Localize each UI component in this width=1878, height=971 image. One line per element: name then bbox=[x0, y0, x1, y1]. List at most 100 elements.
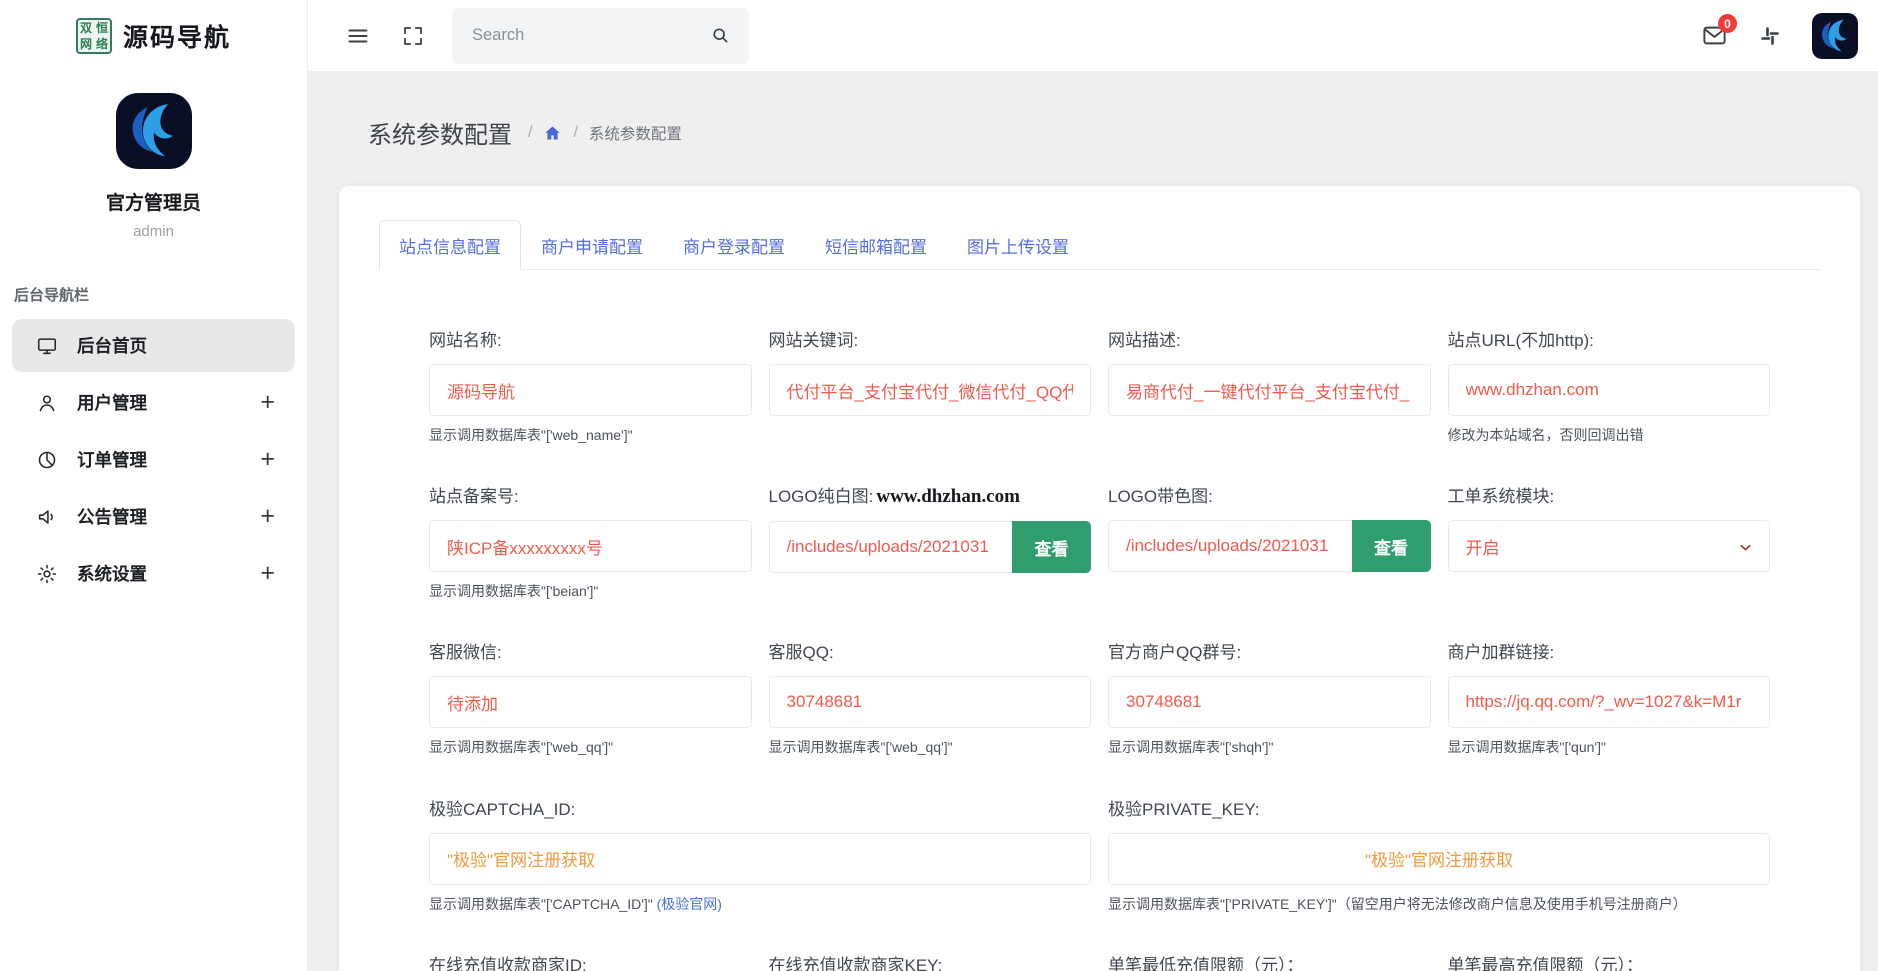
field-label: LOGO带色图: bbox=[1108, 482, 1431, 507]
field-recharge-key: 在线充值收款商家KEY: bbox=[769, 951, 1092, 971]
field-label: 单笔最高充值限额（元）： bbox=[1448, 951, 1771, 971]
sidebar-item-dashboard[interactable]: 后台首页 bbox=[12, 319, 295, 372]
web-name-input[interactable] bbox=[429, 364, 752, 416]
sidebar-item-orders[interactable]: 订单管理 + bbox=[12, 433, 295, 486]
sidebar-section-label: 后台导航栏 bbox=[14, 284, 307, 305]
field-label: LOGO纯白图: bbox=[769, 482, 874, 507]
search-icon[interactable] bbox=[710, 25, 731, 46]
description-input[interactable] bbox=[1108, 364, 1431, 416]
sidebar-item-settings[interactable]: 系统设置 + bbox=[12, 547, 295, 600]
search-input[interactable] bbox=[452, 8, 749, 64]
topbar: 0 bbox=[308, 0, 1878, 71]
logo-color-view-button[interactable]: 查看 bbox=[1352, 520, 1431, 572]
page-header: 系统参数配置 / / 系统参数配置 bbox=[339, 115, 1860, 150]
settings-card: 站点信息配置 商户申请配置 商户登录配置 短信邮箱配置 图片上传设置 网站名称:… bbox=[339, 186, 1860, 971]
topbar-right: 0 bbox=[1701, 13, 1858, 59]
mail-badge: 0 bbox=[1718, 14, 1737, 33]
field-label: 网站关键词: bbox=[769, 326, 1092, 351]
field-label: 商户加群链接: bbox=[1448, 638, 1771, 663]
field-site-url: 站点URL(不加http): 修改为本站域名，否则回调出错 bbox=[1448, 326, 1771, 444]
field-label: 在线充值收款商家KEY: bbox=[769, 951, 1092, 971]
captcha-id-input[interactable] bbox=[429, 833, 1091, 885]
field-helper: 显示调用数据库表"['web_qq']" bbox=[429, 738, 752, 756]
user-icon bbox=[36, 392, 58, 414]
speaker-icon bbox=[36, 506, 58, 528]
sidebar-item-label: 后台首页 bbox=[77, 333, 147, 358]
wechat-input[interactable] bbox=[429, 676, 752, 728]
expand-plus-icon[interactable]: + bbox=[260, 561, 275, 586]
field-logo-white: LOGO纯白图: www.dhzhan.com 查看 bbox=[769, 482, 1092, 600]
sidebar-item-announcements[interactable]: 公告管理 + bbox=[12, 490, 295, 543]
profile-role: admin bbox=[0, 223, 307, 240]
field-qq: 客服QQ: 显示调用数据库表"['web_qq']" bbox=[769, 638, 1092, 756]
selected-option: 开启 bbox=[1466, 534, 1500, 559]
logo-color-path-input[interactable] bbox=[1108, 520, 1352, 572]
site-url-input[interactable] bbox=[1448, 364, 1771, 416]
keywords-input[interactable] bbox=[769, 364, 1092, 416]
private-key-input[interactable] bbox=[1108, 833, 1770, 885]
breadcrumb-separator: / bbox=[573, 124, 577, 142]
field-label: 客服QQ: bbox=[769, 638, 1092, 663]
expand-plus-icon[interactable]: + bbox=[260, 504, 275, 529]
avatar[interactable] bbox=[116, 93, 192, 169]
brand-logo-icon: 双 恒 网 络 bbox=[76, 18, 112, 54]
field-label: 在线充值收款商家ID: bbox=[429, 951, 752, 971]
field-helper: 显示调用数据库表"['web_name']" bbox=[429, 426, 752, 444]
tab-image-upload[interactable]: 图片上传设置 bbox=[947, 220, 1089, 270]
profile-name: 官方管理员 bbox=[0, 188, 307, 215]
site-info-form: 网站名称: 显示调用数据库表"['web_name']" 网站关键词: 网站描述… bbox=[429, 326, 1770, 971]
field-label: 单笔最低充值限额（元）： bbox=[1108, 951, 1431, 971]
logo-white-view-button[interactable]: 查看 bbox=[1012, 521, 1091, 573]
geetest-site-link[interactable]: (极验官网) bbox=[657, 896, 722, 912]
field-captcha-id: 极验CAPTCHA_ID: 显示调用数据库表"['CAPTCHA_ID']" (… bbox=[429, 795, 1091, 913]
qq-input[interactable] bbox=[769, 676, 1092, 728]
mail-icon[interactable]: 0 bbox=[1701, 22, 1728, 49]
field-label: 客服微信: bbox=[429, 638, 752, 663]
monitor-icon bbox=[36, 335, 58, 357]
field-label: 工单系统模块: bbox=[1448, 482, 1771, 507]
field-label: 网站名称: bbox=[429, 326, 752, 351]
tab-merchant-login[interactable]: 商户登录配置 bbox=[663, 220, 805, 270]
expand-plus-icon[interactable]: + bbox=[260, 390, 275, 415]
fullscreen-icon[interactable] bbox=[401, 24, 425, 48]
tab-sms-email[interactable]: 短信邮箱配置 bbox=[805, 220, 947, 270]
field-helper: 显示调用数据库表"['web_qq']" bbox=[769, 738, 1092, 756]
field-keywords: 网站关键词: bbox=[769, 326, 1092, 444]
gear-icon bbox=[36, 563, 58, 585]
group-link-input[interactable] bbox=[1448, 676, 1771, 728]
field-label: 极验CAPTCHA_ID: bbox=[429, 795, 1091, 820]
field-web-name: 网站名称: 显示调用数据库表"['web_name']" bbox=[429, 326, 752, 444]
user-avatar[interactable] bbox=[1812, 13, 1858, 59]
beian-input[interactable] bbox=[429, 520, 752, 572]
field-description: 网站描述: bbox=[1108, 326, 1431, 444]
brand-title: 源码导航 bbox=[123, 18, 231, 54]
home-icon[interactable] bbox=[543, 124, 562, 143]
hamburger-menu-icon[interactable] bbox=[346, 24, 370, 48]
field-label: 官方商户QQ群号: bbox=[1108, 638, 1431, 663]
sidebar-item-label: 公告管理 bbox=[77, 504, 147, 529]
field-label: 站点URL(不加http): bbox=[1448, 326, 1771, 351]
sidebar-item-label: 用户管理 bbox=[77, 390, 147, 415]
tab-merchant-apply[interactable]: 商户申请配置 bbox=[521, 220, 663, 270]
field-helper: 显示调用数据库表"['shqh']" bbox=[1108, 738, 1431, 756]
ticket-module-select[interactable]: 开启 bbox=[1448, 520, 1771, 572]
profile-block: 官方管理员 admin bbox=[0, 93, 307, 240]
field-logo-color: LOGO带色图: 查看 bbox=[1108, 482, 1431, 600]
tab-site-info[interactable]: 站点信息配置 bbox=[379, 220, 521, 270]
main-area: 0 系统参数配置 / / 系统参数配置 bbox=[308, 0, 1878, 971]
field-group-link: 商户加群链接: 显示调用数据库表"['qun']" bbox=[1448, 638, 1771, 756]
expand-plus-icon[interactable]: + bbox=[260, 447, 275, 472]
field-helper: 显示调用数据库表"['qun']" bbox=[1448, 738, 1771, 756]
field-wechat: 客服微信: 显示调用数据库表"['web_qq']" bbox=[429, 638, 752, 756]
page-title: 系统参数配置 bbox=[368, 115, 512, 150]
brand[interactable]: 双 恒 网 络 源码导航 bbox=[0, 0, 307, 71]
apps-grid-icon[interactable] bbox=[1758, 24, 1782, 48]
sidebar: 双 恒 网 络 源码导航 官方管理员 admin 后台导航栏 后台首页 bbox=[0, 0, 308, 971]
field-helper: 显示调用数据库表"['CAPTCHA_ID']" (极验官网) bbox=[429, 895, 1091, 913]
logo-white-path-input[interactable] bbox=[769, 521, 1013, 573]
breadcrumb-current: 系统参数配置 bbox=[589, 122, 682, 144]
field-label: 极验PRIVATE_KEY: bbox=[1108, 795, 1770, 820]
field-helper: 显示调用数据库表"['PRIVATE_KEY']"（留空用户将无法修改商户信息及… bbox=[1108, 895, 1770, 913]
sidebar-item-users[interactable]: 用户管理 + bbox=[12, 376, 295, 429]
qq-group-input[interactable] bbox=[1108, 676, 1431, 728]
